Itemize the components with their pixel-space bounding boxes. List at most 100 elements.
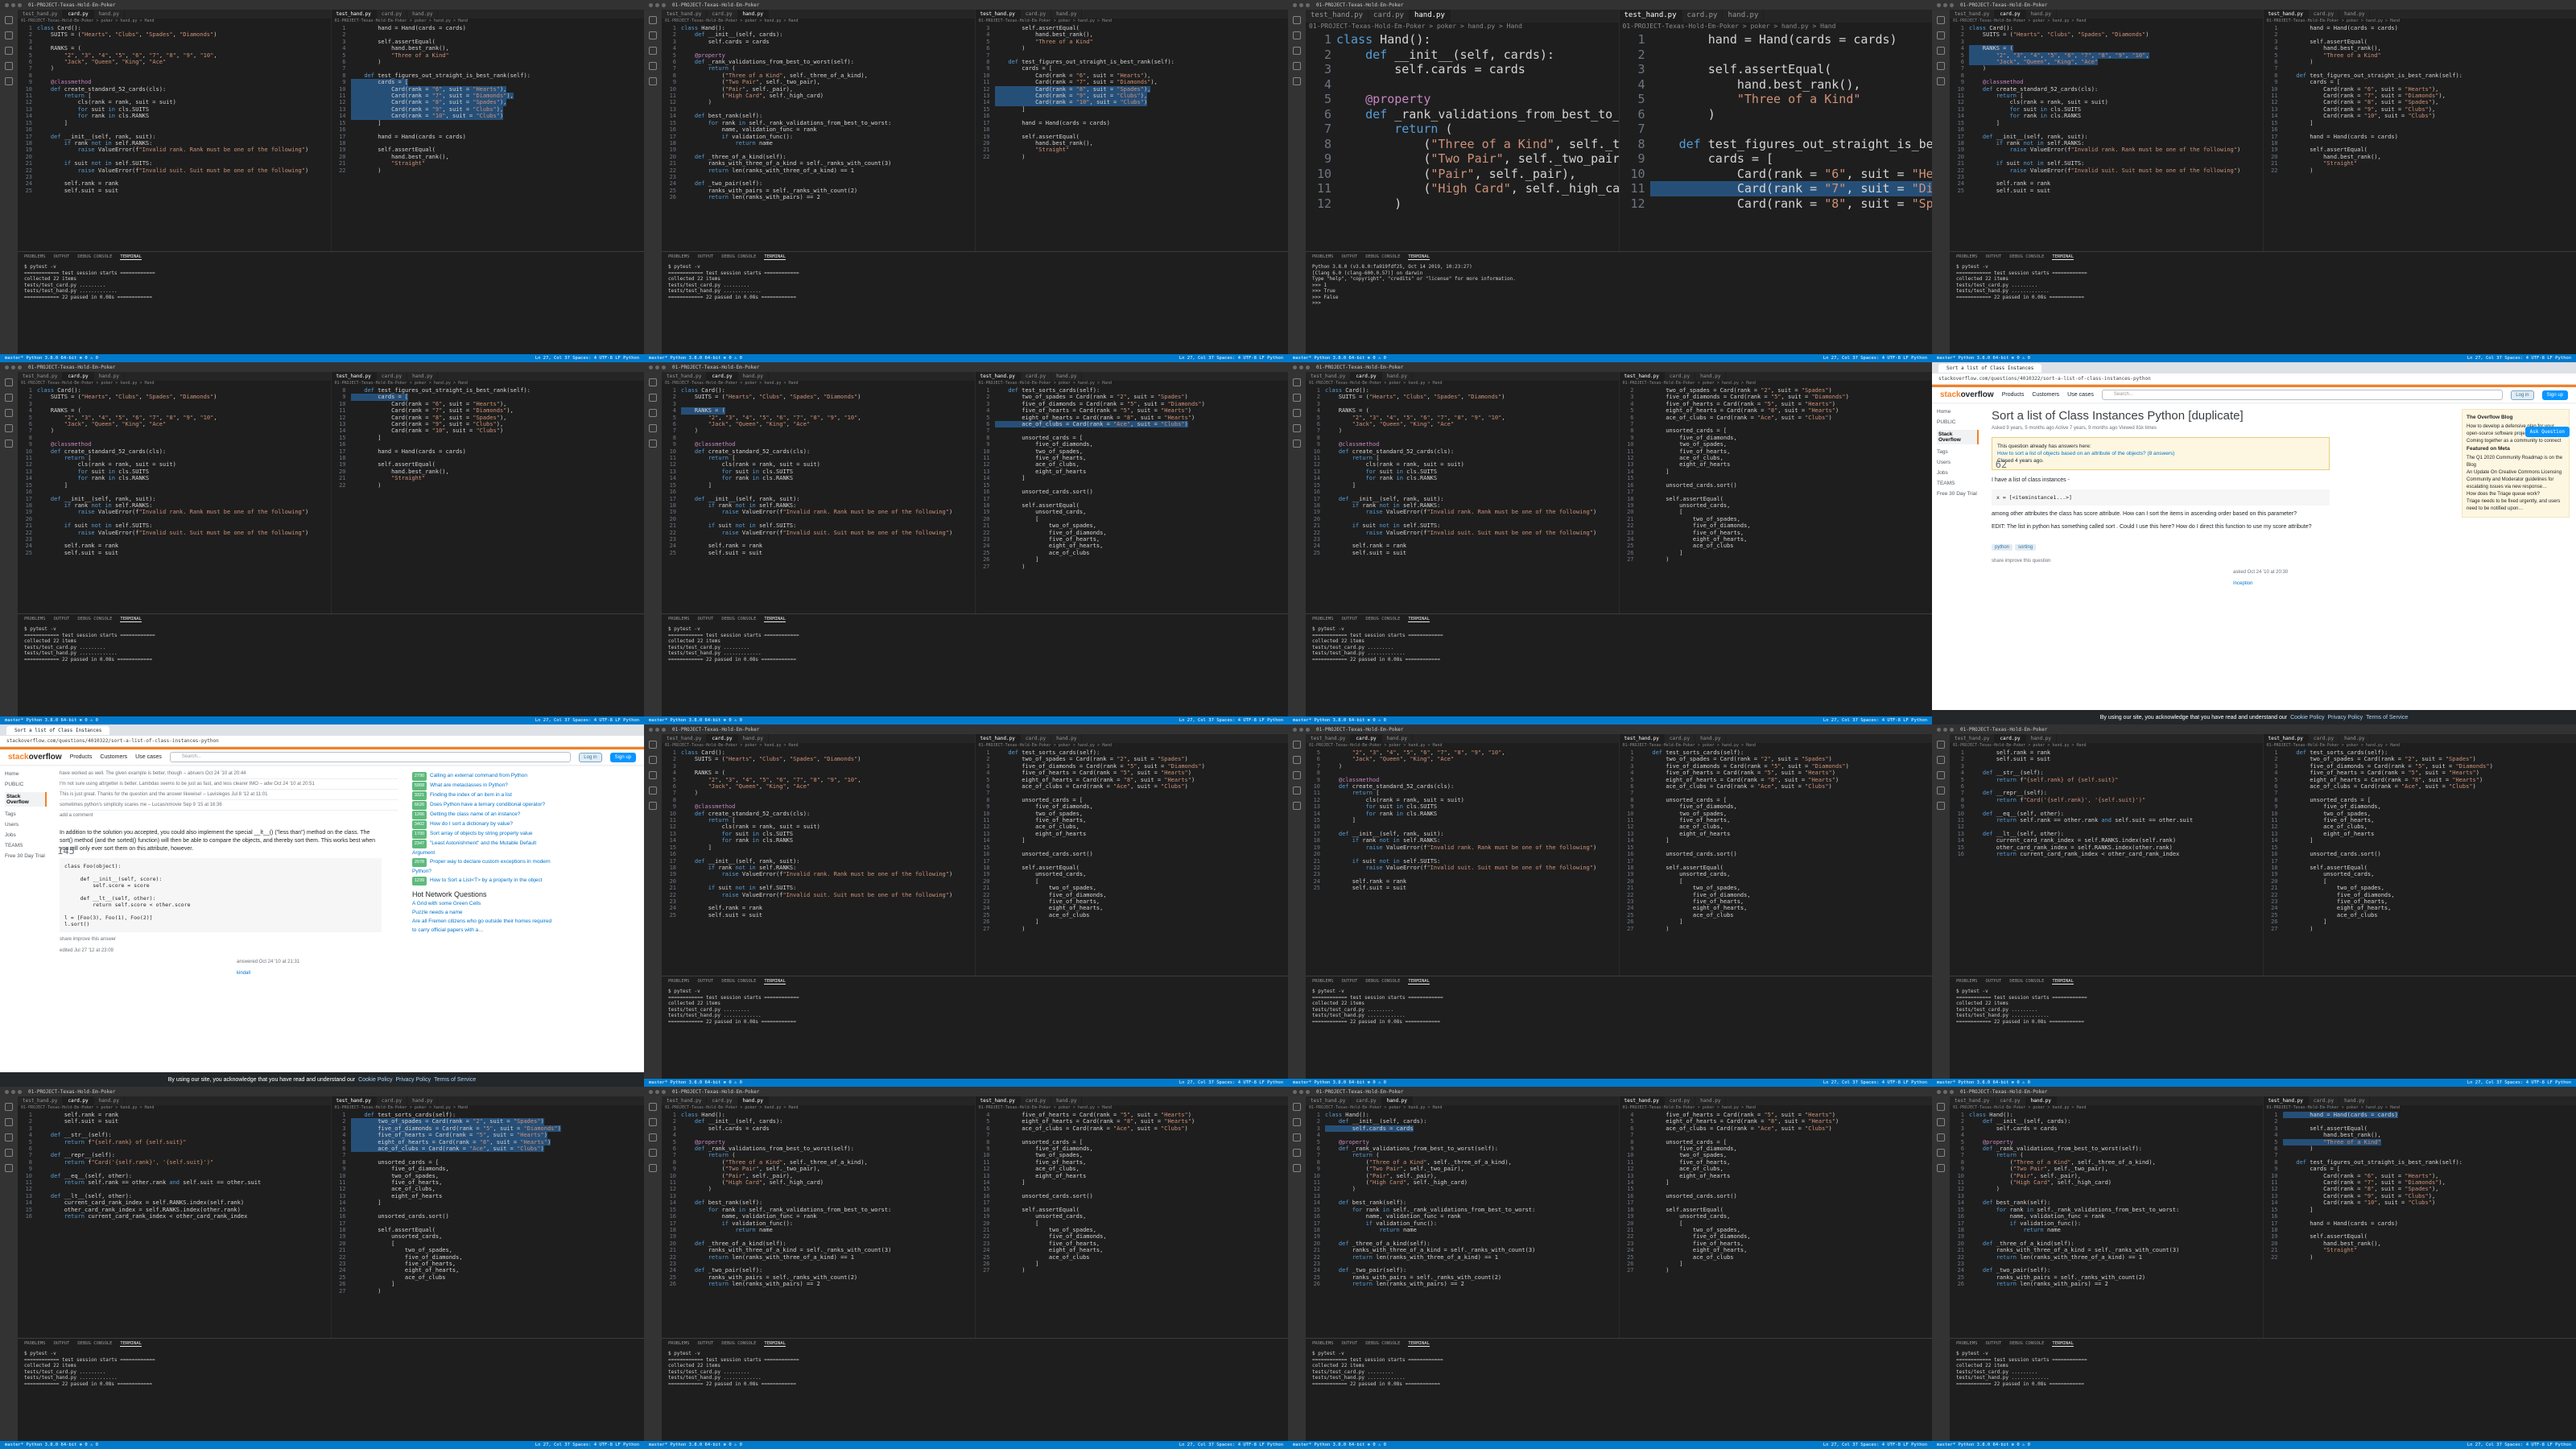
panel-tab[interactable]: OUTPUT [1986, 254, 2002, 260]
nav-link[interactable]: Use cases [2067, 392, 2094, 398]
code-editor[interactable]: 3 self.assertEqual(4 hand.best_rank(), 5 … [976, 25, 1289, 160]
hot-question[interactable]: A Grid with some Green Cells [412, 899, 552, 908]
browser-tab[interactable]: Sort a list of Class Instances [1938, 363, 2042, 373]
window-dot-icon[interactable] [18, 365, 22, 369]
tag[interactable]: sorting [2015, 544, 2037, 551]
editor-tab[interactable]: card.py [2309, 734, 2340, 743]
extensions-icon[interactable] [649, 802, 657, 810]
editor-tab[interactable]: test_hand.py [1306, 372, 1352, 381]
status-left[interactable]: master* Python 3.8.0 64-bit ⊗ 0 ⚠ 0 [649, 718, 742, 723]
linked-title[interactable]: Calling an external command from Python [430, 773, 527, 778]
code-editor[interactable]: 1 class Card(): 2 SUITS = ("Hearts", "Club… [18, 387, 331, 556]
panel-tab[interactable]: OUTPUT [1342, 617, 1358, 622]
extensions-icon[interactable] [1293, 802, 1301, 810]
window-dot-icon[interactable] [1937, 1089, 1941, 1094]
panel-tab[interactable]: PROBLEMS [24, 617, 46, 622]
window-controls[interactable] [1937, 2, 1954, 7]
terminal[interactable]: $ pytest -v ============ test session sta… [1306, 1349, 1932, 1389]
status-right[interactable]: Ln 27, Col 37 Spaces: 4 UTF-8 LF Python [1823, 1080, 1927, 1085]
window-controls[interactable] [649, 727, 666, 732]
panel-tab[interactable]: DEBUG CONSOLE [77, 1341, 112, 1347]
search-icon[interactable] [5, 394, 13, 402]
nav-link[interactable]: Customers [100, 754, 127, 760]
code-editor[interactable]: 1 class Card(): 2 SUITS = ("Hearts", "Club… [1306, 387, 1619, 556]
panel-tab[interactable]: OUTPUT [1342, 1341, 1358, 1347]
panel-tab[interactable]: TERMINAL [1408, 1341, 1430, 1347]
window-controls[interactable] [1293, 727, 1310, 732]
window-dot-icon[interactable] [1943, 1089, 1947, 1094]
window-dot-icon[interactable] [655, 727, 659, 732]
source-control-icon[interactable] [5, 409, 13, 417]
status-left[interactable]: master* Python 3.8.0 64-bit ⊗ 0 ⚠ 0 [1937, 1080, 2030, 1085]
editor-tab[interactable]: hand.py [1409, 10, 1451, 23]
panel-tab[interactable]: PROBLEMS [1956, 979, 1978, 985]
editor-pane[interactable]: test_hand.py card.py hand.py 01-PROJECT-Tex… [1619, 734, 1932, 976]
terminal[interactable]: $ pytest -v ============ test session sta… [18, 625, 644, 664]
linked-title[interactable]: How to Sort a List<T> by a property in t… [430, 877, 542, 883]
linked-item[interactable]: 2790 Calling an external command from Pyt… [412, 771, 552, 781]
editor-tab[interactable]: card.py [1021, 372, 1052, 381]
status-right[interactable]: Ln 27, Col 37 Spaces: 4 UTF-8 LF Python [1179, 1443, 1283, 1447]
window-controls[interactable] [1937, 1089, 1954, 1094]
extensions-icon[interactable] [1937, 77, 1945, 85]
cookie-link[interactable]: Cookie Policy [2290, 715, 2324, 720]
editor-tab[interactable]: card.py [1682, 10, 1724, 23]
status-right[interactable]: Ln 27, Col 37 Spaces: 4 UTF-8 LF Python [1179, 718, 1283, 723]
code-editor[interactable]: 1 self.rank = rank 2 self.suit = suit 3 4 d… [1950, 749, 2263, 858]
panel-tab[interactable]: OUTPUT [54, 254, 70, 260]
editor-tab[interactable]: card.py [707, 1096, 738, 1105]
panel-tab[interactable]: TERMINAL [764, 254, 786, 260]
panel-tab[interactable]: PROBLEMS [1312, 979, 1334, 985]
editor-tab[interactable]: card.py [1665, 372, 1696, 381]
linked-title[interactable]: How do I sort a dictionary by value? [430, 821, 513, 827]
cookie-link[interactable]: Privacy Policy [396, 1077, 431, 1083]
window-dot-icon[interactable] [649, 1089, 653, 1094]
code-editor[interactable]: 1 class Card(): 2 SUITS = ("Hearts", "Club… [18, 25, 331, 194]
window-dot-icon[interactable] [1950, 2, 1954, 7]
login-button[interactable]: Log in [579, 752, 602, 762]
status-right[interactable]: Ln 27, Col 37 Spaces: 4 UTF-8 LF Python [1179, 1080, 1283, 1085]
editor-pane[interactable]: test_hand.py card.py hand.py 01-PROJECT-Tex… [662, 10, 976, 251]
panel-tab[interactable]: PROBLEMS [668, 979, 690, 985]
explorer-icon[interactable] [5, 1103, 13, 1111]
status-right[interactable]: Ln 27, Col 37 Spaces: 4 UTF-8 LF Python [1823, 718, 1927, 723]
window-dot-icon[interactable] [1306, 727, 1310, 732]
debug-icon[interactable] [1293, 786, 1301, 795]
code-editor[interactable]: 5 "2", "3", "4", "5", "6", "7", "8", "9"… [1306, 749, 1619, 892]
editor-tab[interactable]: hand.py [1381, 1096, 1413, 1105]
window-controls[interactable] [1293, 365, 1310, 369]
debug-icon[interactable] [649, 424, 657, 432]
terminal[interactable]: $ pytest -v ============ test session sta… [1950, 1349, 2576, 1389]
status-right[interactable]: Ln 27, Col 37 Spaces: 4 UTF-8 LF Python [535, 1443, 639, 1447]
panel-tab[interactable]: DEBUG CONSOLE [1365, 617, 1400, 622]
editor-tab[interactable]: hand.py [2339, 734, 2371, 743]
code-editor[interactable]: 1 def test_sorts_cards(self): 2 two_of_sp… [976, 749, 1289, 932]
linked-item[interactable]: 2347 "Least Astonishment" and the Mutable… [412, 839, 552, 857]
explorer-icon[interactable] [1293, 1103, 1301, 1111]
editor-pane[interactable]: test_hand.py card.py hand.py 01-PROJECT-Tex… [1306, 734, 1620, 976]
window-dot-icon[interactable] [649, 365, 653, 369]
editor-tab[interactable]: test_hand.py [662, 734, 708, 743]
window-dot-icon[interactable] [11, 1089, 15, 1094]
address-bar[interactable]: stackoverflow.com/questions/4010322/sort… [0, 736, 644, 747]
terminal[interactable]: $ pytest -v ============ test session sta… [1950, 262, 2576, 302]
window-controls[interactable] [649, 1089, 666, 1094]
terminal[interactable]: $ pytest -v ============ test session sta… [18, 1349, 644, 1389]
editor-tab[interactable]: hand.py [1051, 372, 1083, 381]
window-controls[interactable] [649, 365, 666, 369]
editor-tab[interactable]: card.py [377, 372, 408, 381]
signup-button[interactable]: Sign up [2541, 390, 2568, 400]
code-editor[interactable]: 1 class Card(): 2 SUITS = ("Hearts", "Club… [662, 387, 975, 556]
explorer-icon[interactable] [1293, 741, 1301, 749]
answerer-name[interactable]: kindall [237, 971, 398, 976]
editor-tab[interactable]: card.py [377, 1096, 408, 1105]
explorer-icon[interactable] [649, 16, 657, 24]
search-icon[interactable] [1937, 31, 1945, 39]
search-icon[interactable] [5, 1118, 13, 1126]
code-editor[interactable]: 1 def test_sorts_cards(self): 2 two_of_sp… [2264, 749, 2576, 932]
panel-tab[interactable]: TERMINAL [2052, 979, 2074, 985]
meta-item[interactable]: An Update On Creative Commons Licensing [2467, 469, 2565, 477]
status-left[interactable]: master* Python 3.8.0 64-bit ⊗ 0 ⚠ 0 [1293, 718, 1386, 723]
linked-item[interactable]: 6626 Does Python have a ternary condition… [412, 800, 552, 810]
editor-tab[interactable]: test_hand.py [1306, 734, 1352, 743]
